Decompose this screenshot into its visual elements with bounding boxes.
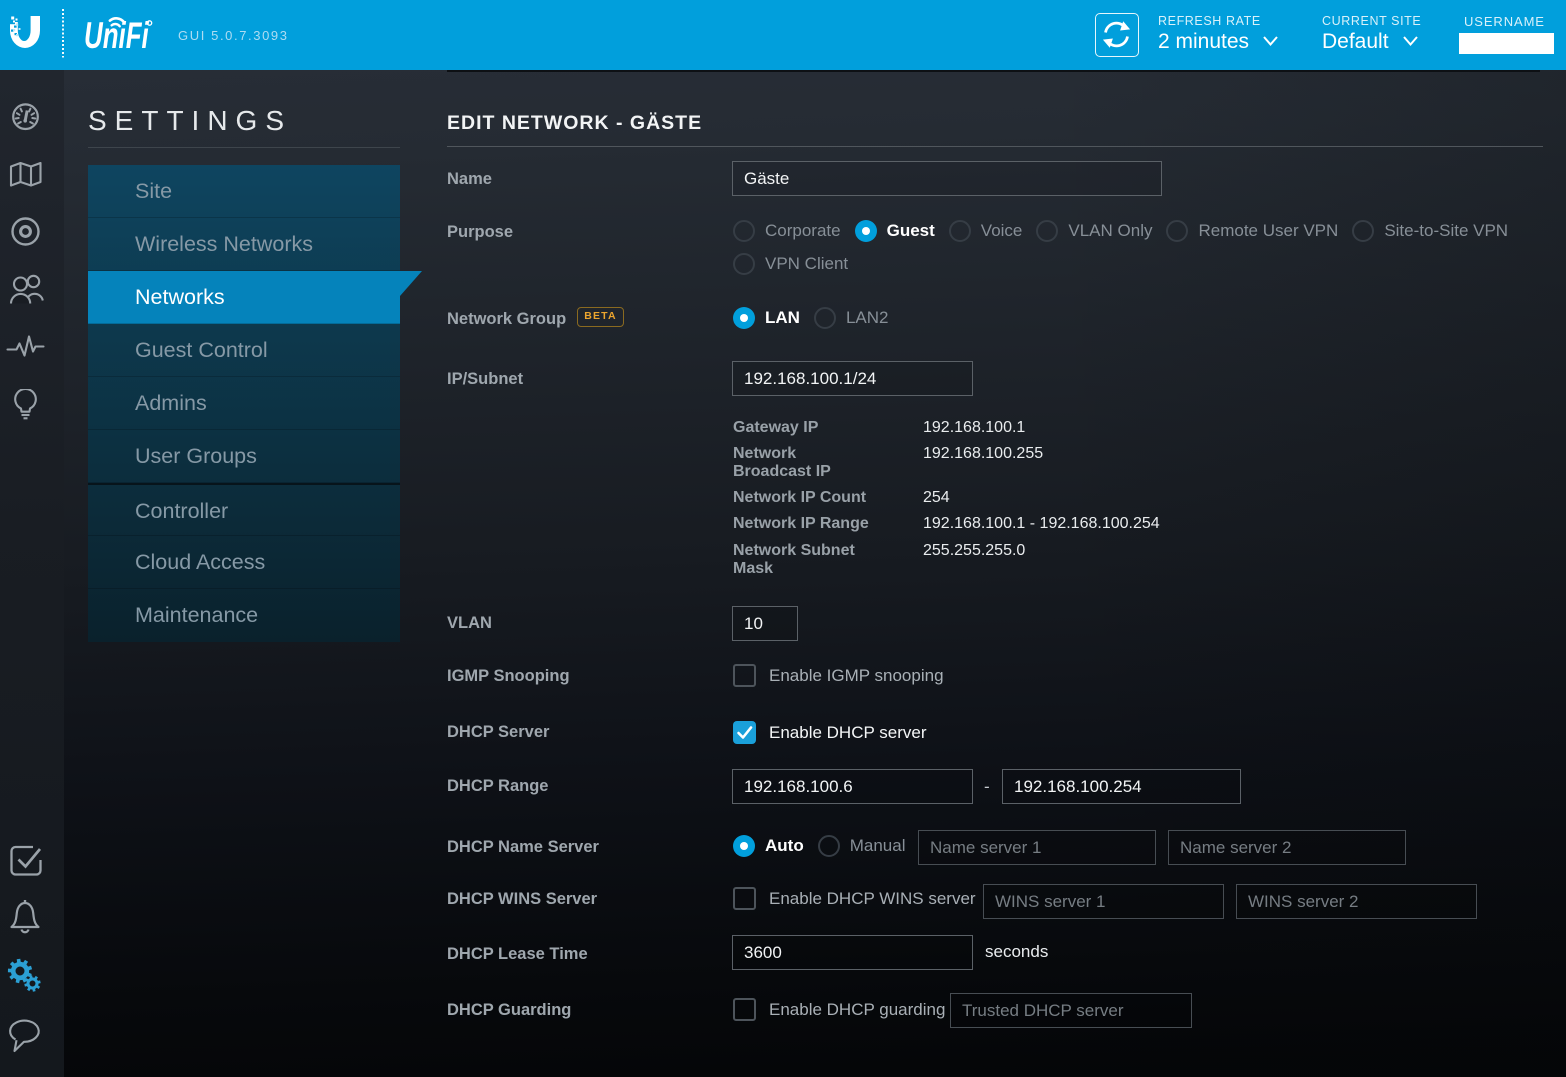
svg-text:UniFi: UniFi (84, 14, 150, 56)
